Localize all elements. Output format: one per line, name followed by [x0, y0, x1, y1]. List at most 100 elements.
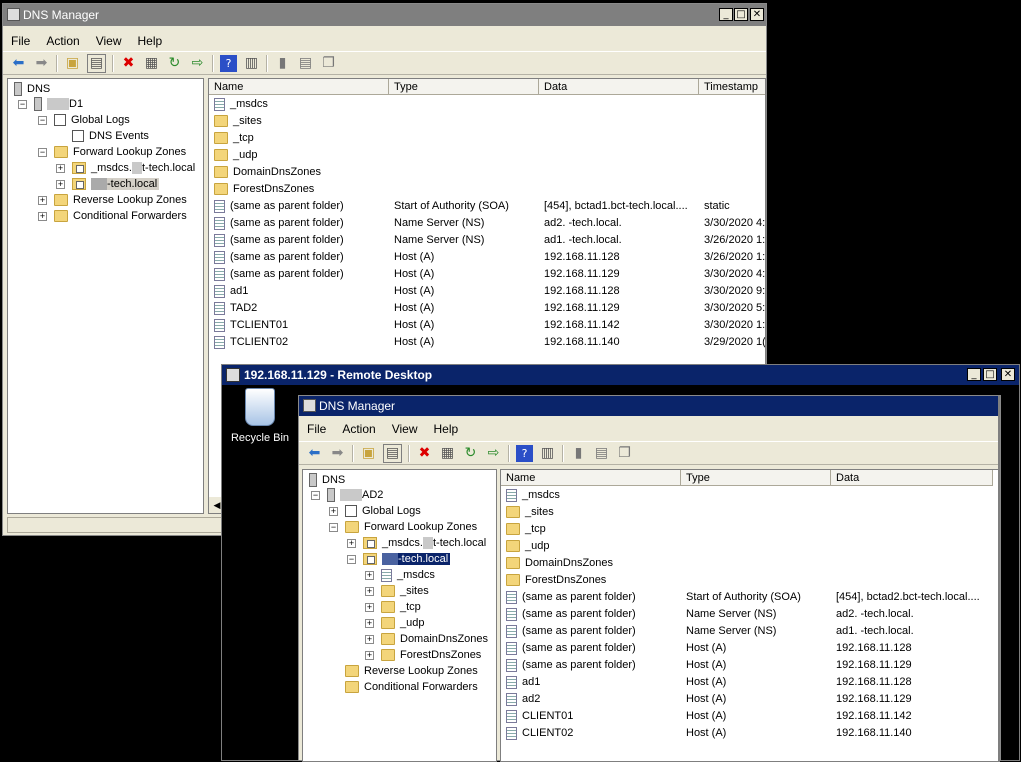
table-row[interactable]: _sites [209, 113, 765, 130]
table-row[interactable]: ad2 Host (A) 192.168.11.129 [501, 691, 999, 708]
menu-help[interactable]: Help [130, 34, 171, 48]
tree-item-dns[interactable]: DNS [309, 472, 345, 488]
tree-item-conditional-forwarders[interactable]: Conditional Forwarders [54, 208, 187, 224]
up-folder-icon[interactable]: ▣ [64, 55, 81, 72]
maximize-button[interactable]: □ [983, 368, 997, 381]
tree-item-dns[interactable]: DNS [14, 81, 50, 97]
expand-toggle[interactable]: + [365, 603, 374, 612]
expand-toggle[interactable]: + [365, 571, 374, 580]
table-row[interactable]: (same as parent folder) Name Server (NS) a… [501, 623, 999, 640]
menu-file[interactable]: File [299, 422, 334, 436]
expand-toggle[interactable]: + [56, 180, 65, 189]
table-row[interactable]: TCLIENT01 Host (A) 192.168.11.142 3/30/2020… [209, 317, 765, 334]
copy-icon[interactable]: ❐ [616, 445, 633, 462]
table-row[interactable]: _udp [501, 538, 999, 555]
table-row[interactable]: _msdcs [501, 487, 999, 504]
tree-item-conditional-forwarders[interactable]: Conditional Forwarders [345, 679, 478, 695]
tree-item-udp[interactable]: _udp [381, 615, 424, 631]
column-header-type[interactable]: Type [389, 79, 539, 95]
tree-item-forward-lookup-zones[interactable]: Forward Lookup Zones [345, 519, 477, 535]
table-row[interactable]: ad1 Host (A) 192.168.11.128 3/30/2020 9: [209, 283, 765, 300]
column-header-timestamp[interactable]: Timestamp [699, 79, 765, 95]
table-row[interactable]: (same as parent folder) Name Server (NS) a… [501, 606, 999, 623]
tree-item-forestdnszones[interactable]: ForestDnsZones [381, 647, 481, 663]
console-icon[interactable]: ▥ [243, 55, 260, 72]
table-row[interactable]: (same as parent folder) Host (A) 192.168.1… [209, 249, 765, 266]
help-icon[interactable]: ? [516, 444, 533, 462]
delete-icon[interactable]: ✖ [416, 445, 433, 462]
table-row[interactable]: _udp [209, 147, 765, 164]
minimize-button[interactable]: _ [967, 368, 981, 381]
table-row[interactable]: (same as parent folder) Start of Authorit… [501, 589, 999, 606]
console-tree[interactable]: DNS − D1 − Global Logs DNS Events − Forw… [7, 78, 204, 514]
server-icon[interactable]: ▮ [570, 445, 587, 462]
show-hide-tree-icon[interactable]: ▤ [87, 53, 106, 73]
tree-item-global-logs[interactable]: Global Logs [54, 112, 130, 128]
forward-icon[interactable]: ➡ [33, 55, 50, 72]
column-header-data[interactable]: Data [539, 79, 699, 95]
table-row[interactable]: _msdcs [209, 96, 765, 113]
tree-item-server[interactable]: D1 [34, 96, 83, 112]
table-row[interactable]: (same as parent folder) Host (A) 192.168.1… [209, 266, 765, 283]
table-row[interactable]: (same as parent folder) Name Server (NS) a… [209, 215, 765, 232]
table-row[interactable]: _tcp [209, 130, 765, 147]
expand-toggle[interactable]: + [365, 587, 374, 596]
delete-icon[interactable]: ✖ [120, 55, 137, 72]
table-row[interactable]: ad1 Host (A) 192.168.11.128 [501, 674, 999, 691]
title-bar[interactable]: DNS Manager [299, 396, 1000, 416]
list-icon[interactable]: ▤ [593, 445, 610, 462]
close-button[interactable]: ✕ [1001, 368, 1015, 381]
properties-icon[interactable]: ▦ [439, 445, 456, 462]
close-button[interactable]: ✕ [750, 8, 764, 21]
column-header-name[interactable]: Name [501, 470, 681, 486]
tree-item-msdcs-zone[interactable]: _msdcs. t-tech.local [363, 535, 486, 551]
tree-item-reverse-lookup-zones[interactable]: Reverse Lookup Zones [54, 192, 187, 208]
expand-toggle[interactable]: + [38, 196, 47, 205]
refresh-icon[interactable]: ↻ [166, 55, 183, 72]
recycle-bin[interactable]: Recycle Bin [225, 388, 295, 458]
expand-toggle[interactable]: + [56, 164, 65, 173]
title-bar[interactable]: DNS Manager [3, 4, 766, 26]
up-folder-icon[interactable]: ▣ [360, 445, 377, 462]
tree-item-tech-local-zone[interactable]: -tech.local [363, 551, 451, 567]
title-bar[interactable]: 192.168.11.129 - Remote Desktop [222, 365, 1019, 385]
minimize-button[interactable]: _ [719, 8, 733, 21]
tree-item-sites[interactable]: _sites [381, 583, 429, 599]
expand-toggle[interactable]: + [38, 212, 47, 221]
back-icon[interactable]: ⬅ [306, 445, 323, 462]
tree-item-msdcs[interactable]: _msdcs [381, 567, 435, 583]
maximize-button[interactable]: □ [734, 8, 748, 21]
expand-toggle[interactable]: + [347, 539, 356, 548]
vertical-scrollbar[interactable] [998, 396, 1000, 762]
show-hide-tree-icon[interactable]: ▤ [383, 443, 402, 463]
tree-item-domaindnszones[interactable]: DomainDnsZones [381, 631, 488, 647]
menu-file[interactable]: File [3, 34, 38, 48]
back-icon[interactable]: ⬅ [10, 55, 27, 72]
collapse-toggle[interactable]: − [347, 555, 356, 564]
table-row[interactable]: _tcp [501, 521, 999, 538]
column-header-data[interactable]: Data [831, 470, 993, 486]
copy-icon[interactable]: ❐ [320, 55, 337, 72]
table-row[interactable]: (same as parent folder) Host (A) 192.168.1… [501, 657, 999, 674]
help-icon[interactable]: ? [220, 54, 237, 72]
tree-item-msdcs-zone[interactable]: _msdcs. t-tech.local [72, 160, 195, 176]
export-list-icon[interactable]: ⇨ [485, 445, 502, 462]
expand-toggle[interactable]: + [365, 651, 374, 660]
tree-item-tech-local-zone[interactable]: -tech.local [72, 176, 160, 192]
tree-item-dns-events[interactable]: DNS Events [72, 128, 149, 144]
column-header-name[interactable]: Name [209, 79, 389, 95]
list-icon[interactable]: ▤ [297, 55, 314, 72]
tree-item-server[interactable]: AD2 [327, 487, 383, 503]
menu-action[interactable]: Action [38, 34, 87, 48]
table-row[interactable]: TCLIENT02 Host (A) 192.168.11.140 3/29/2020… [209, 334, 765, 351]
table-row[interactable]: TAD2 Host (A) 192.168.11.129 3/30/2020 5: [209, 300, 765, 317]
expand-toggle[interactable]: + [329, 507, 338, 516]
console-icon[interactable]: ▥ [539, 445, 556, 462]
forward-icon[interactable]: ➡ [329, 445, 346, 462]
server-icon[interactable]: ▮ [274, 55, 291, 72]
table-row[interactable]: ForestDnsZones [501, 572, 999, 589]
collapse-toggle[interactable]: − [18, 100, 27, 109]
collapse-toggle[interactable]: − [311, 491, 320, 500]
refresh-icon[interactable]: ↻ [462, 445, 479, 462]
expand-toggle[interactable]: + [365, 619, 374, 628]
